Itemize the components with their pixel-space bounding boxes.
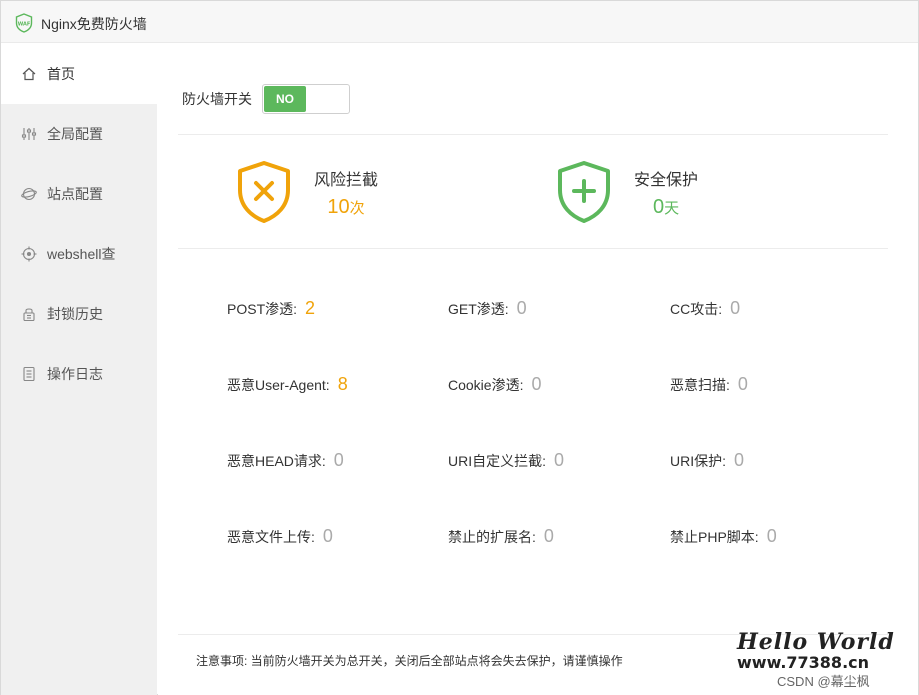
stat-get: GET渗透: 0 [448,298,527,318]
stat-file-upload: 恶意文件上传: 0 [227,526,333,546]
risk-intercept-card: 风险拦截 10次 [236,160,378,224]
sidebar-item-label: webshell查 [47,246,116,262]
notice-text: 注意事项: 当前防火墙开关为总开关，关闭后全部站点将会失去保护，请谨慎操作 [196,654,623,668]
home-icon [21,66,37,82]
title-bar[interactable]: WAF Nginx免费防火墙 [1,1,918,43]
sidebar-item-operation-log[interactable]: 操作日志 [1,344,157,404]
divider [178,134,888,135]
stat-user-agent: 恶意User-Agent: 8 [227,374,348,394]
log-icon [21,366,37,382]
safety-protect-title: 安全保护 [634,171,699,189]
sidebar-item-label: 操作日志 [47,366,103,382]
lock-icon [21,306,37,322]
watermark-hello: Hello World [737,629,895,655]
firewall-switch-row: 防火墙开关 NO [182,84,350,114]
sidebar-item-label: 首页 [47,66,75,82]
risk-intercept-title: 风险拦截 [314,171,379,189]
stat-uri-protect: URI保护: 0 [670,450,745,470]
stat-post: POST渗透: 2 [227,298,316,318]
stat-php: 禁止PHP脚本: 0 [670,526,777,546]
stat-cc: CC攻击: 0 [670,298,741,318]
safety-protect-card: 安全保护 0天 [556,160,698,224]
watermark: Hello World www.77388.cn [737,629,907,672]
watermark-csdn: CSDN @幕尘枫 [777,674,870,689]
svg-text:WAF: WAF [18,22,31,28]
window-title: Nginx免费防火墙 [41,16,147,32]
sidebar-item-webshell[interactable]: webshell查 [1,224,157,284]
sidebar-item-home[interactable]: 首页 [1,44,157,104]
stat-ext: 禁止的扩展名: 0 [448,526,554,546]
sidebar-item-block-history[interactable]: 封锁历史 [1,284,157,344]
sidebar-item-site-config[interactable]: 站点配置 [1,164,157,224]
toggle-knob-label: NO [264,86,306,112]
sidebar-item-label: 站点配置 [47,186,103,202]
sidebar: 首页 全局配置 站点配置 webshell查 封锁历史 操作日志 [1,44,157,695]
sidebar-item-global-config[interactable]: 全局配置 [1,104,157,164]
sliders-icon [21,126,37,142]
firewall-switch-label: 防火墙开关 [182,91,252,107]
sidebar-item-label: 封锁历史 [47,306,103,322]
stat-head: 恶意HEAD请求: 0 [227,450,344,470]
app-window: WAF Nginx免费防火墙 首页 全局配置 站点配置 webshell查 封锁… [0,0,919,695]
stat-scan: 恶意扫描: 0 [670,374,748,394]
watermark-url: www.77388.cn [737,653,870,672]
shield-x-icon [236,160,292,224]
sidebar-item-label: 全局配置 [47,126,103,142]
stat-uri-custom: URI自定义拦截: 0 [448,450,565,470]
safety-protect-value: 0天 [652,195,680,218]
stat-cookie: Cookie渗透: 0 [448,374,542,394]
shield-plus-icon [556,160,612,224]
waf-shield-icon: WAF [15,13,33,33]
main-content: 防火墙开关 NO 风险拦截 10次 安全保护 0天 POST渗透: 2 GET渗… [158,44,918,695]
firewall-toggle[interactable]: NO [262,84,350,114]
divider [178,248,888,249]
globe-icon [21,186,37,202]
target-icon [21,246,37,262]
risk-intercept-value: 10次 [327,195,365,218]
